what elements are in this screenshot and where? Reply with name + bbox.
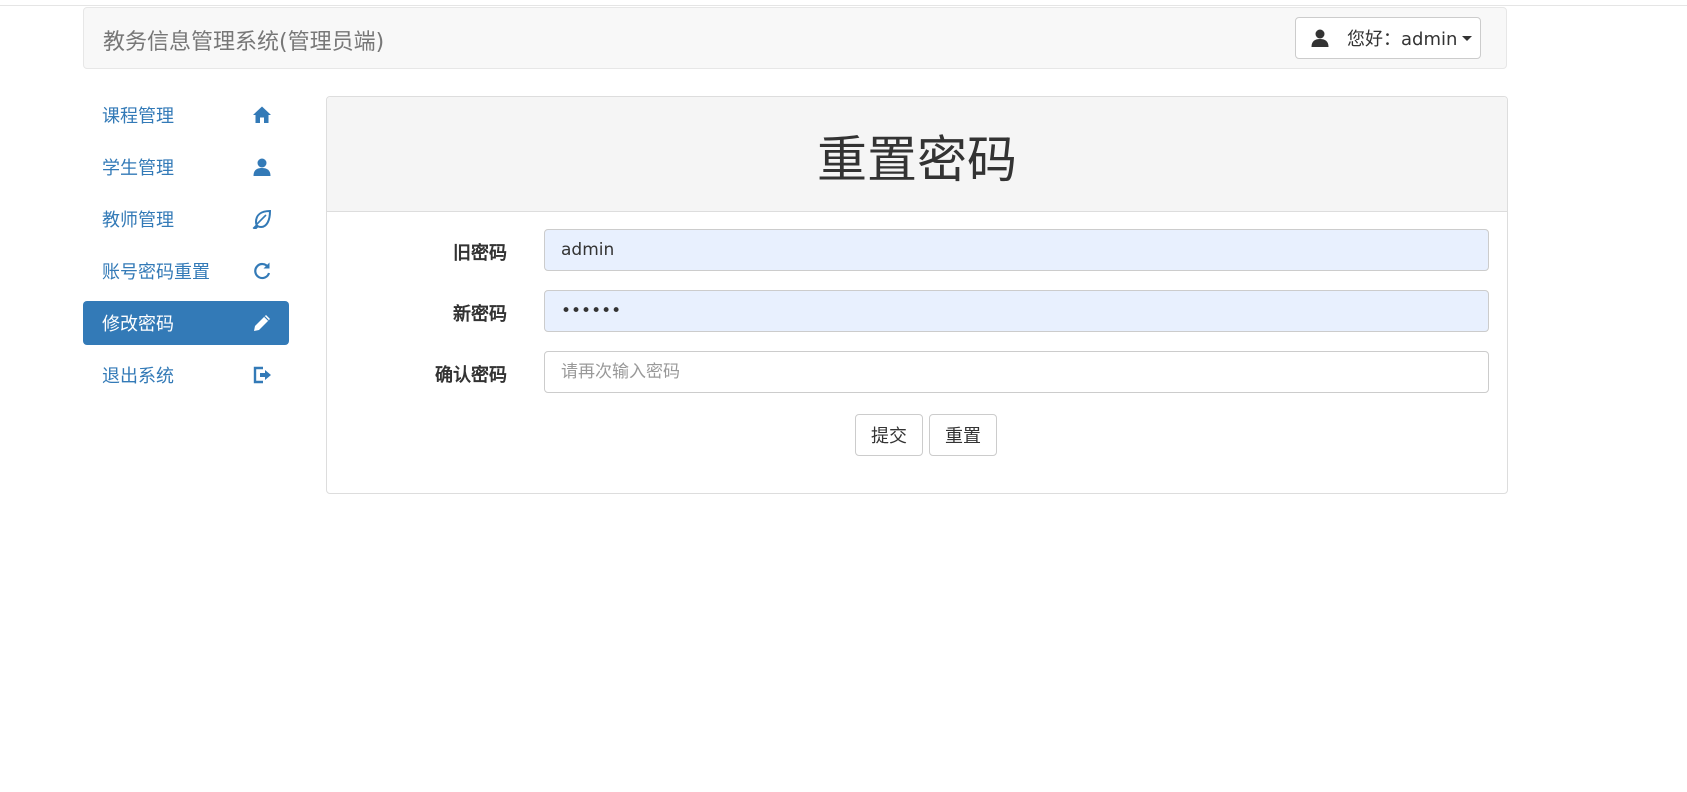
sidebar-item-label: 账号密码重置 bbox=[102, 262, 210, 283]
sidebar-item-label: 修改密码 bbox=[102, 314, 174, 335]
submit-button[interactable]: 提交 bbox=[855, 414, 923, 456]
sidebar: 课程管理 学生管理 教师管理 账号密码重置 修改密码 退出系统 bbox=[83, 93, 289, 405]
password-panel: 重置密码 旧密码 新密码 确认密码 提交 重置 bbox=[326, 96, 1508, 494]
app-brand-title[interactable]: 教务信息管理系统(管理员端) bbox=[103, 24, 384, 56]
new-password-field[interactable] bbox=[544, 290, 1489, 332]
sidebar-item-label: 学生管理 bbox=[102, 158, 174, 179]
form-actions: 提交 重置 bbox=[327, 414, 1507, 456]
home-icon bbox=[251, 104, 273, 126]
panel-heading: 重置密码 bbox=[327, 97, 1507, 212]
leaf-icon bbox=[251, 208, 273, 230]
old-password-label: 旧密码 bbox=[453, 243, 507, 264]
page-title: 重置密码 bbox=[817, 131, 1017, 189]
chevron-down-icon bbox=[1462, 35, 1473, 41]
sidebar-item-account-reset[interactable]: 账号密码重置 bbox=[83, 249, 289, 293]
confirm-password-label: 确认密码 bbox=[435, 365, 507, 386]
user-icon bbox=[251, 156, 273, 178]
sidebar-item-label: 退出系统 bbox=[102, 366, 174, 387]
confirm-password-field[interactable] bbox=[544, 351, 1489, 393]
pencil-icon bbox=[251, 312, 273, 334]
new-password-label: 新密码 bbox=[453, 304, 507, 325]
logout-icon bbox=[251, 364, 273, 386]
refresh-icon bbox=[251, 260, 273, 282]
sidebar-item-course[interactable]: 课程管理 bbox=[83, 93, 289, 137]
reset-button[interactable]: 重置 bbox=[929, 414, 997, 456]
confirm-password-row: 确认密码 bbox=[327, 351, 1507, 393]
top-border-line bbox=[0, 5, 1687, 6]
user-greeting: 您好：admin bbox=[1347, 29, 1458, 50]
sidebar-item-logout[interactable]: 退出系统 bbox=[83, 353, 289, 397]
old-password-field[interactable] bbox=[544, 229, 1489, 271]
old-password-row: 旧密码 bbox=[327, 229, 1507, 271]
sidebar-item-student[interactable]: 学生管理 bbox=[83, 145, 289, 189]
sidebar-item-change-password[interactable]: 修改密码 bbox=[83, 301, 289, 345]
user-icon bbox=[1310, 28, 1330, 48]
sidebar-item-label: 课程管理 bbox=[102, 106, 174, 127]
sidebar-item-label: 教师管理 bbox=[102, 210, 174, 231]
new-password-row: 新密码 bbox=[327, 290, 1507, 332]
user-menu-button[interactable]: 您好：admin bbox=[1295, 17, 1481, 59]
sidebar-item-teacher[interactable]: 教师管理 bbox=[83, 197, 289, 241]
top-navbar: 教务信息管理系统(管理员端) 您好：admin bbox=[83, 7, 1507, 69]
